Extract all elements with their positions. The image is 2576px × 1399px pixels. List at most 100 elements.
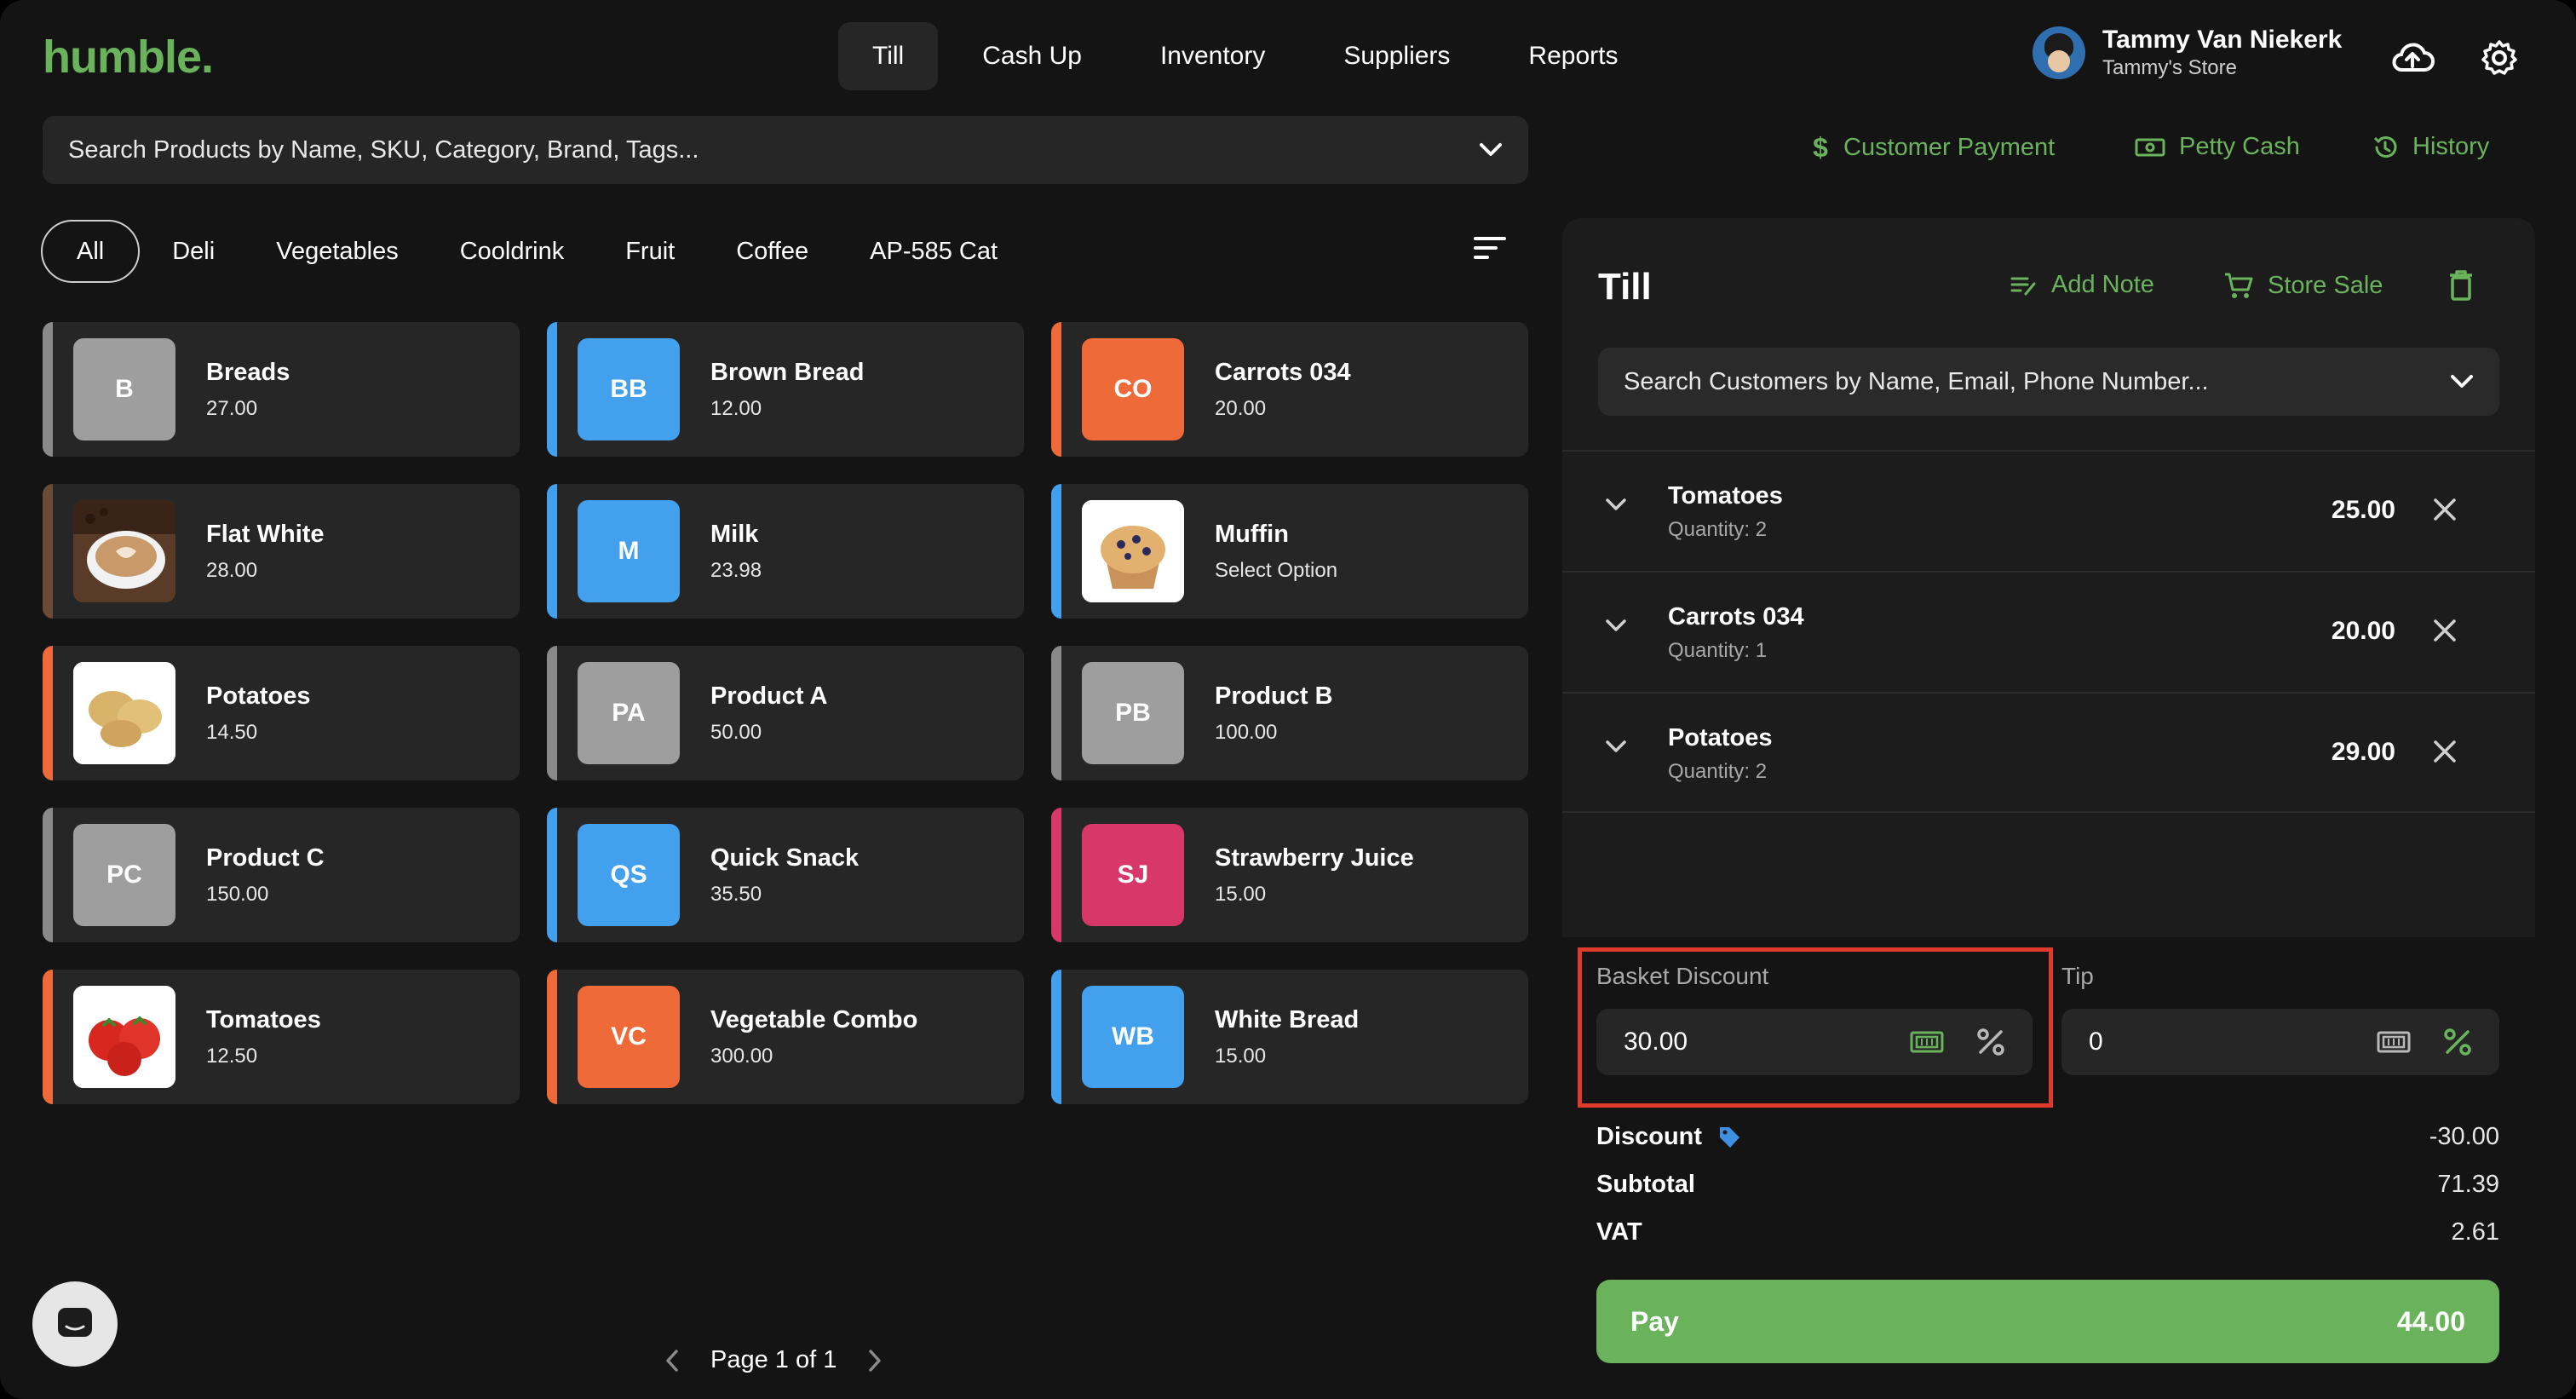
product-thumbnail xyxy=(73,500,175,602)
discount-tag-icon[interactable] xyxy=(1717,1125,1741,1150)
product-card-vegetable-combo[interactable]: VC Vegetable Combo 300.00 xyxy=(547,970,1024,1104)
product-name: Quick Snack xyxy=(710,843,860,872)
history-icon xyxy=(2373,135,2397,158)
humble-logo[interactable]: humble. xyxy=(43,31,214,83)
pay-amount: 44.00 xyxy=(2396,1305,2465,1337)
chevron-down-icon[interactable] xyxy=(2450,374,2474,389)
main-nav: Till Cash Up Inventory Suppliers Reports xyxy=(838,22,1652,90)
product-card-white-bread[interactable]: WB White Bread 15.00 xyxy=(1051,970,1528,1104)
user-name: Tammy Van Niekerk xyxy=(2102,26,2343,54)
line-item-quantity: Quantity: 2 xyxy=(1668,518,1768,541)
product-name: Strawberry Juice xyxy=(1215,843,1414,872)
product-price: 28.00 xyxy=(206,558,258,582)
nav-reports[interactable]: Reports xyxy=(1494,22,1652,90)
app-window: humble. Till Cash Up Inventory Suppliers… xyxy=(0,0,2576,1399)
category-vegetables[interactable]: Vegetables xyxy=(247,220,428,283)
product-card-strawberry-juice[interactable]: SJ Strawberry Juice 15.00 xyxy=(1051,808,1528,942)
remove-line-close-icon[interactable] xyxy=(2431,617,2458,644)
till-title: Till xyxy=(1598,266,1652,308)
product-card-product-c[interactable]: PC Product C 150.00 xyxy=(43,808,520,942)
product-card-tomatoes[interactable]: Tomatoes 12.50 xyxy=(43,970,520,1104)
customer-search-input[interactable]: Search Customers by Name, Email, Phone N… xyxy=(1598,348,2499,416)
product-card-flat-white[interactable]: Flat White 28.00 xyxy=(43,484,520,619)
product-card-potatoes[interactable]: Potatoes 14.50 xyxy=(43,646,520,780)
category-coffee[interactable]: Coffee xyxy=(707,220,837,283)
product-card-product-b[interactable]: PB Product B 100.00 xyxy=(1051,646,1528,780)
category-all[interactable]: All xyxy=(41,220,141,283)
product-name: Muffin xyxy=(1215,520,1289,548)
chevron-down-icon[interactable] xyxy=(1605,498,1627,513)
line-item-quantity: Quantity: 2 xyxy=(1668,760,1768,783)
product-search-input[interactable]: Search Products by Name, SKU, Category, … xyxy=(43,116,1528,184)
category-fruit[interactable]: Fruit xyxy=(596,220,704,283)
product-card-product-a[interactable]: PA Product A 50.00 xyxy=(547,646,1024,780)
store-sale-label: Store Sale xyxy=(2268,271,2383,299)
product-thumbnail: QS xyxy=(578,824,680,926)
remove-line-close-icon[interactable] xyxy=(2431,738,2458,765)
chevron-down-icon[interactable] xyxy=(1605,740,1627,755)
product-thumbnail: VC xyxy=(578,986,680,1088)
till-line-carrots-034[interactable]: Carrots 034 Quantity: 1 20.00 xyxy=(1562,571,2535,692)
nav-inventory[interactable]: Inventory xyxy=(1126,22,1299,90)
nav-till[interactable]: Till xyxy=(838,22,939,90)
petty-cash-button[interactable]: Petty Cash xyxy=(2135,133,2300,161)
tip-label: Tip xyxy=(2061,963,2094,989)
category-color-stripe xyxy=(547,970,557,1104)
chat-support-button[interactable] xyxy=(32,1281,118,1367)
product-name: Vegetable Combo xyxy=(710,1005,918,1033)
category-color-stripe xyxy=(43,646,53,780)
product-card-muffin[interactable]: Muffin Select Option xyxy=(1051,484,1528,619)
product-card-quick-snack[interactable]: QS Quick Snack 35.50 xyxy=(547,808,1024,942)
store-sale-button[interactable]: Store Sale xyxy=(2223,271,2383,300)
till-line-tomatoes[interactable]: Tomatoes Quantity: 2 25.00 xyxy=(1562,450,2535,571)
chevron-left-icon[interactable] xyxy=(664,1349,680,1373)
cloud-upload-icon[interactable] xyxy=(2389,34,2436,82)
tip-input[interactable]: 0 xyxy=(2061,1009,2499,1075)
history-button[interactable]: History xyxy=(2372,133,2489,161)
pay-button[interactable]: Pay 44.00 xyxy=(1596,1280,2499,1363)
product-card-carrots-034[interactable]: CO Carrots 034 20.00 xyxy=(1051,322,1528,457)
product-price: 150.00 xyxy=(206,882,269,906)
product-price: 15.00 xyxy=(1215,1044,1267,1068)
till-line-potatoes[interactable]: Potatoes Quantity: 2 29.00 xyxy=(1562,692,2535,813)
product-card-brown-bread[interactable]: BB Brown Bread 12.00 xyxy=(547,322,1024,457)
amount-cash-icon[interactable] xyxy=(1910,1031,1944,1053)
chevron-down-icon[interactable] xyxy=(1605,619,1627,634)
percent-icon[interactable] xyxy=(1976,1028,2005,1056)
user-profile[interactable]: Tammy Van Niekerk Tammy's Store xyxy=(2033,26,2342,80)
product-card-milk[interactable]: M Milk 23.98 xyxy=(547,484,1024,619)
line-item-price: 20.00 xyxy=(2331,617,2395,645)
customer-payment-label: Customer Payment xyxy=(1843,133,2056,161)
nav-suppliers[interactable]: Suppliers xyxy=(1309,22,1484,90)
product-price: 12.00 xyxy=(710,396,762,420)
cash-icon xyxy=(2135,138,2165,156)
pay-label: Pay xyxy=(1630,1305,1679,1337)
add-note-button[interactable]: Add Note xyxy=(2010,271,2154,299)
chevron-down-icon[interactable] xyxy=(1479,142,1503,158)
product-card-breads[interactable]: B Breads 27.00 xyxy=(43,322,520,457)
subtotal-value: 71.39 xyxy=(2437,1171,2499,1198)
product-name: White Bread xyxy=(1215,1005,1360,1033)
discount-row: Discount -30.00 xyxy=(1596,1123,2499,1151)
chevron-right-icon[interactable] xyxy=(867,1349,883,1373)
amount-cash-icon[interactable] xyxy=(2377,1031,2411,1053)
remove-line-close-icon[interactable] xyxy=(2431,496,2458,523)
customer-payment-button[interactable]: $ Customer Payment xyxy=(1811,133,2055,162)
product-thumbnail xyxy=(73,986,175,1088)
line-item-name: Potatoes xyxy=(1668,724,1773,751)
gear-icon[interactable] xyxy=(2475,34,2523,82)
category-tabs: All Deli Vegetables Cooldrink Fruit Coff… xyxy=(41,220,1030,283)
pagination: Page 1 of 1 xyxy=(664,1346,883,1374)
product-thumbnail: PC xyxy=(73,824,175,926)
percent-icon[interactable] xyxy=(2443,1028,2472,1056)
category-cooldrink[interactable]: Cooldrink xyxy=(431,220,594,283)
nav-cash-up[interactable]: Cash Up xyxy=(948,22,1116,90)
product-price: 35.50 xyxy=(710,882,762,906)
trash-icon[interactable] xyxy=(2448,269,2474,302)
category-color-stripe xyxy=(547,322,557,457)
discount-label: Discount xyxy=(1596,1123,1703,1150)
category-ap-585-cat[interactable]: AP-585 Cat xyxy=(841,220,1026,283)
category-deli[interactable]: Deli xyxy=(143,220,244,283)
sort-filter-icon[interactable] xyxy=(1474,235,1506,261)
basket-discount-input[interactable]: 30.00 xyxy=(1596,1009,2033,1075)
